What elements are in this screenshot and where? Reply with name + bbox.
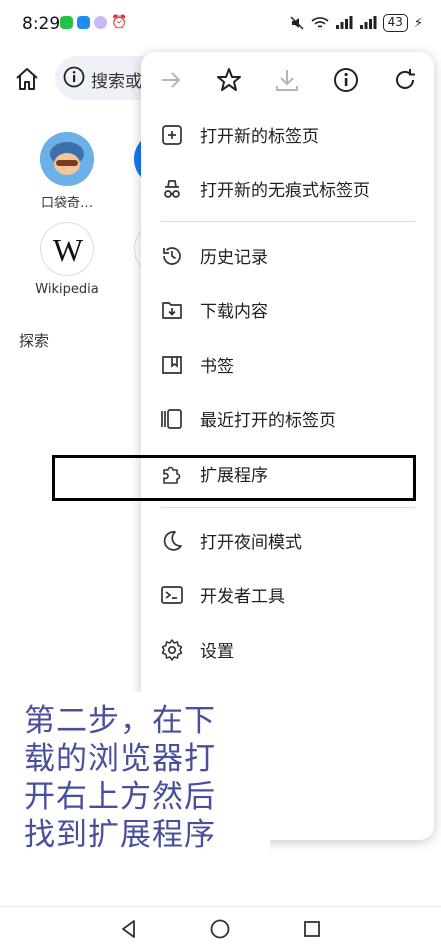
menu-toolbar [141,52,434,108]
menu-item-label: 书签 [200,357,234,377]
shortcut-tile[interactable]: W Wikipedia [30,222,104,297]
info-icon [63,66,85,88]
status-bar: 8:29 ⏰ 43 ⚡ [0,0,441,48]
bookmarks-icon [162,356,182,374]
menu-item-label: 最近打开的标签页 [200,411,336,431]
menu-item-incognito[interactable]: 打开新的无痕式标签页 [141,162,434,216]
developer-tools-icon [161,586,183,604]
menu-item-night-mode[interactable]: 打开夜间模式 [141,514,434,568]
instruction-text: 第二步，在下载的浏览器打开右上方然后找到扩展程序 [24,703,216,853]
menu-item-history[interactable]: 历史记录 [141,229,434,283]
menu-item-label: 历史记录 [200,248,268,268]
menu-divider [161,507,415,508]
omnibox-placeholder: 搜索或 [91,72,142,92]
menu-item-label: 设置 [200,642,234,662]
menu-item-label: 打开新的无痕式标签页 [200,181,370,201]
svg-text:W: W [53,232,84,268]
downloads-icon [162,302,182,319]
signal-icon [359,16,377,29]
menu-item-downloads[interactable]: 下载内容 [141,283,434,337]
recents-icon[interactable] [300,917,324,941]
app-icon [94,16,107,29]
signal-icon [335,16,353,29]
shortcut-tile[interactable]: 口袋奇… [30,132,104,211]
menu-item-label: 下载内容 [200,302,268,322]
menu-item-label: 开发者工具 [200,587,285,607]
battery-indicator: 43 [382,14,408,32]
menu-item-developer-tools[interactable]: 开发者工具 [141,568,434,622]
reload-icon[interactable] [391,66,419,94]
incognito-icon [164,180,180,198]
menu-item-bookmarks[interactable]: 书签 [141,338,434,392]
navigation-bar [0,906,441,952]
star-icon[interactable] [215,66,243,94]
back-icon[interactable] [117,917,141,941]
menu-item-recent-tabs[interactable]: 最近打开的标签页 [141,392,434,446]
highlight-box [52,455,416,501]
wikipedia-icon: W [40,222,94,276]
menu-item-label: 打开夜间模式 [200,533,302,553]
home-icon[interactable] [14,66,40,92]
new-tab-icon [162,125,182,145]
instruction-annotation: 第二步，在下载的浏览器打开右上方然后找到扩展程序 [0,692,270,853]
explore-heading: 探索 [19,332,50,350]
home-nav-icon[interactable] [208,917,232,941]
forward-icon[interactable] [157,66,185,94]
wifi-icon [311,17,329,28]
app-icon [77,16,90,29]
mute-icon [290,16,304,30]
download-icon[interactable] [273,66,301,94]
shortcut-label: 口袋奇… [40,196,93,211]
game-avatar-icon [40,132,94,186]
recent-tabs-icon [161,409,182,429]
status-right: 43 ⚡ [289,14,423,32]
menu-item-settings[interactable]: 设置 [141,623,434,677]
settings-icon [161,639,183,661]
night-mode-icon [163,531,182,551]
menu-item-new-tab[interactable]: 打开新的标签页 [141,108,434,162]
shortcut-label: Wikipedia [35,282,99,297]
charging-icon: ⚡ [413,15,423,31]
menu-item-label: 打开新的标签页 [200,127,319,147]
menu-divider [161,221,415,222]
wechat-icon [60,16,73,29]
status-time: 8:29 [22,14,61,34]
info-icon[interactable] [332,66,360,94]
status-app-icons: ⏰ [60,15,128,30]
history-icon [163,247,181,265]
alarm-icon: ⏰ [111,15,128,30]
